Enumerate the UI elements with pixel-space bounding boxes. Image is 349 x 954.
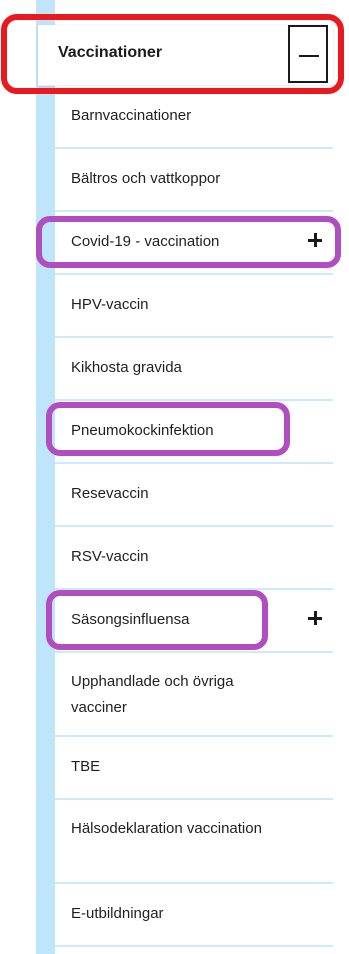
menu-item-label: Resevaccin (71, 485, 149, 502)
collapse-button[interactable] (288, 25, 328, 83)
page: Vaccinationer Barnvaccinationer Bältros … (0, 0, 349, 954)
menu-item-halsodeklaration[interactable]: Hälsodeklaration vaccination (55, 800, 333, 884)
side-menu: Vaccinationer Barnvaccinationer Bältros … (38, 25, 333, 947)
menu-item-upphandlade[interactable]: Upphandlade och övriga vacciner (55, 653, 333, 737)
menu-item-label: HPV-vaccin (71, 296, 149, 313)
minus-icon (299, 55, 319, 57)
menu-item-label: Covid-19 - vaccination (71, 233, 220, 250)
menu-item-tbe[interactable]: TBE (55, 737, 333, 800)
plus-icon[interactable] (305, 230, 325, 250)
menu-header[interactable]: Vaccinationer (38, 25, 333, 86)
menu-item-covid-19[interactable]: Covid-19 - vaccination (55, 212, 333, 275)
menu-item-hpv[interactable]: HPV-vaccin (55, 275, 333, 338)
menu-item-resevaccin[interactable]: Resevaccin (55, 464, 333, 527)
menu-item-label: Barnvaccinationer (71, 107, 192, 124)
menu-item-rsv[interactable]: RSV-vaccin (55, 527, 333, 590)
plus-icon[interactable] (305, 608, 325, 628)
menu-item-pneumokock[interactable]: Pneumokockinfektion (55, 401, 333, 464)
menu-item-label: Säsongsinfluensa (71, 611, 190, 628)
menu-item-label: Bältros och vattkoppor (71, 170, 221, 187)
menu-item-label: Upphandlade och övriga vacciner (71, 673, 234, 716)
menu-item-barnvaccinationer[interactable]: Barnvaccinationer (55, 86, 333, 149)
menu-item-label: E-utbildningar (71, 905, 164, 922)
menu-item-kikhosta[interactable]: Kikhosta gravida (55, 338, 333, 401)
menu-item-label: RSV-vaccin (71, 548, 149, 565)
menu-item-label: Pneumokockinfektion (71, 422, 214, 439)
menu-header-label: Vaccinationer (58, 44, 163, 61)
menu-item-baltros[interactable]: Bältros och vattkoppor (55, 149, 333, 212)
menu-item-label: TBE (71, 758, 101, 775)
menu-item-label: Hälsodeklaration vaccination (71, 820, 262, 837)
menu-item-sasongsinfluensa[interactable]: Säsongsinfluensa (55, 590, 333, 653)
menu-item-label: Kikhosta gravida (71, 359, 182, 376)
menu-item-e-utbildningar[interactable]: E-utbildningar (55, 884, 333, 947)
